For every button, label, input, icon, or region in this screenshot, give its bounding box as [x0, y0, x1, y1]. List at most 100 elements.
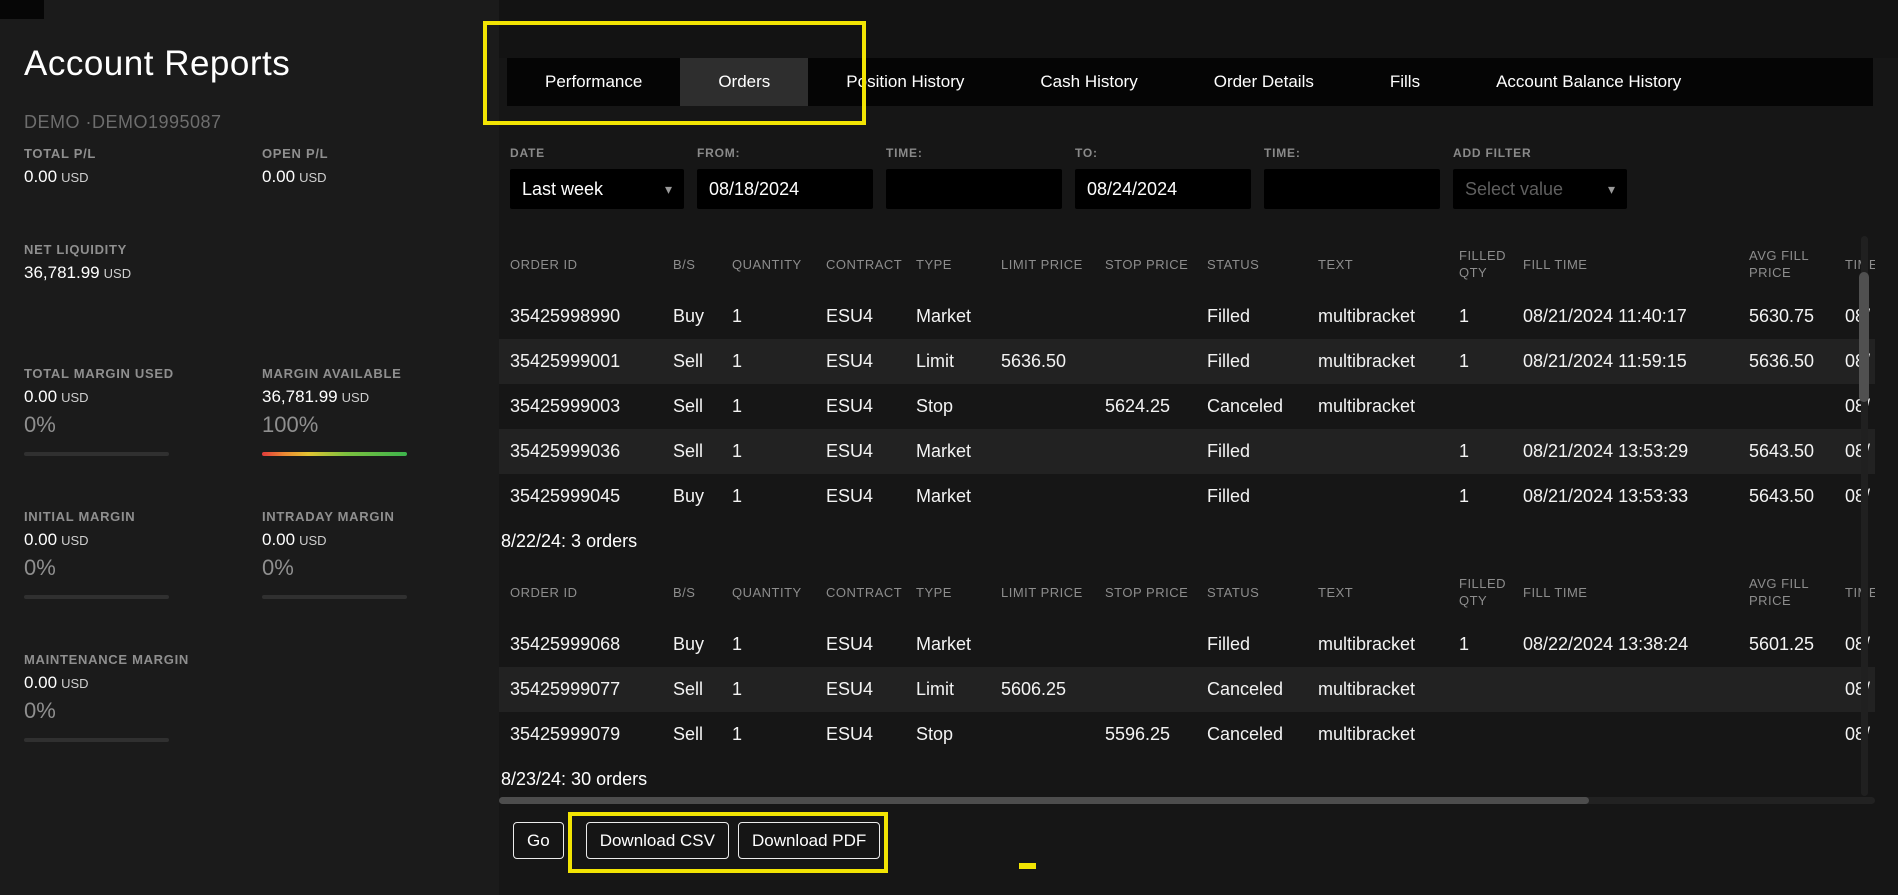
table-cell: 5636.50 [1001, 351, 1067, 371]
table-cell: multibracket [1318, 679, 1416, 699]
column-header: QUANTITY [732, 256, 802, 272]
column-header: AVG FILL PRICE [1749, 248, 1809, 280]
order-group-heading: 8/23/24: 30 orders [501, 769, 648, 789]
table-row[interactable]: 35425999079 Sell 1 ESU4 Stop 5596.25 Canceled m… [499, 712, 1875, 757]
table-cell: 08/ [1845, 724, 1871, 744]
table-cell: Filled [1207, 441, 1251, 461]
to-time-input[interactable] [1264, 169, 1440, 209]
table-cell: 35425999003 [510, 396, 621, 416]
tab-performance[interactable]: Performance [507, 58, 680, 106]
tab-account-balance-history[interactable]: Account Balance History [1458, 58, 1719, 106]
from-time-input[interactable] [886, 169, 1062, 209]
table-cell: 1 [732, 724, 743, 744]
table-cell: Stop [916, 396, 954, 416]
stat-margin-available: MARGIN AVAILABLE 36,781.99 USD 100% [262, 366, 479, 456]
stat-percent: 0% [24, 555, 56, 580]
table-cell: 08/22/2024 13:38:24 [1523, 634, 1689, 654]
table-cell: multibracket [1318, 396, 1416, 416]
vertical-scrollbar-thumb[interactable] [1859, 272, 1869, 402]
table-cell: 1 [732, 351, 743, 371]
from-date-input[interactable] [697, 169, 873, 209]
table-cell: 5606.25 [1001, 679, 1067, 699]
chevron-down-icon: ▾ [1607, 180, 1615, 197]
table-cell: Buy [673, 306, 705, 326]
margin-progress-bar [262, 595, 407, 599]
column-header: CONTRACT [826, 256, 903, 272]
stat-value: 0.00 USD [262, 167, 327, 186]
table-cell: 08/21/2024 13:53:33 [1523, 486, 1689, 506]
table-cell: Sell [673, 396, 704, 416]
corner-strip [0, 0, 44, 19]
stat-value: 0.00 USD [262, 530, 327, 549]
go-button[interactable]: Go [513, 822, 564, 859]
stat-label: INTRADAY MARGIN [262, 509, 395, 524]
tab-position-history[interactable]: Position History [808, 58, 1002, 106]
column-header: LIMIT PRICE [1001, 584, 1083, 600]
filter-bar: DATE Last week ▾ FROM: TIME: TO: TIME: [510, 146, 1627, 209]
table-cell: 08/ [1845, 486, 1871, 506]
table-cell: 5630.75 [1749, 306, 1815, 326]
from-date-label: FROM: [697, 146, 741, 160]
table-cell: 08/21/2024 13:53:29 [1523, 441, 1689, 461]
horizontal-scrollbar-track[interactable] [499, 797, 1875, 804]
tab-fills[interactable]: Fills [1352, 58, 1458, 106]
table-row[interactable]: 35425999036 Sell 1 ESU4 Market Filled 1 08/21/2… [499, 429, 1875, 474]
table-cell: Market [916, 486, 972, 506]
horizontal-scrollbar-thumb[interactable] [499, 797, 1589, 804]
table-cell: Canceled [1207, 724, 1284, 744]
tab-orders[interactable]: Orders [680, 58, 809, 106]
download-csv-button[interactable]: Download CSV [585, 822, 729, 859]
table-row[interactable]: 35425999001 Sell 1 ESU4 Limit 5636.50 Filled mu… [499, 339, 1875, 384]
table-cell: 08/ [1845, 634, 1871, 654]
table-cell: Buy [673, 486, 705, 506]
table-row[interactable]: 35425998990 Buy 1 ESU4 Market Filled multibrac… [499, 294, 1875, 339]
tab-cash-history[interactable]: Cash History [1002, 58, 1175, 106]
account-subtitle: DEMO ·DEMO1995087 [24, 112, 222, 132]
column-header: AVG FILL PRICE [1749, 576, 1809, 608]
table-cell: Market [916, 441, 972, 461]
table-cell: Market [916, 306, 972, 326]
column-header: STATUS [1207, 584, 1260, 600]
main-content: Performance Orders Position History Cash Hi… [499, 0, 1898, 895]
table-cell: 5643.50 [1749, 441, 1815, 461]
column-header: TIME [1845, 584, 1875, 600]
table-row[interactable]: 35425999077 Sell 1 ESU4 Limit 5606.25 Canceled… [499, 667, 1875, 712]
stat-value: 0.00 USD [24, 673, 89, 692]
stat-value: 0.00 USD [24, 387, 89, 406]
add-filter-label: ADD FILTER [1453, 146, 1532, 160]
stat-initial-margin: INITIAL MARGIN 0.00 USD 0% [24, 509, 262, 599]
margin-progress-bar [24, 595, 169, 599]
table-cell: 1 [732, 441, 743, 461]
table-cell: 35425999036 [510, 441, 621, 461]
stat-total-pl: TOTAL P/L 0.00 USD [24, 146, 262, 187]
stat-label: TOTAL P/L [24, 146, 97, 161]
column-header: ORDER ID [510, 584, 578, 600]
table-cell: Sell [673, 679, 704, 699]
table-row[interactable]: 35425999068 Buy 1 ESU4 Market Filled multibrac… [499, 622, 1875, 667]
table-cell: Sell [673, 441, 704, 461]
date-range-select[interactable]: Last week ▾ [510, 169, 684, 209]
sidebar: Account Reports DEMO ·DEMO1995087 TOTAL … [0, 0, 499, 895]
stat-label: MARGIN AVAILABLE [262, 366, 402, 381]
table-cell: 1 [1459, 486, 1470, 506]
tab-order-details[interactable]: Order Details [1176, 58, 1352, 106]
to-date-input[interactable] [1075, 169, 1251, 209]
table-row[interactable]: 35425999003 Sell 1 ESU4 Stop 5624.25 Canceled m… [499, 384, 1875, 429]
table-cell: 35425999079 [510, 724, 621, 744]
table-cell: ESU4 [826, 724, 874, 744]
table-cell: 1 [732, 306, 743, 326]
table-cell: 35425999001 [510, 351, 621, 371]
table-cell: 1 [732, 679, 743, 699]
add-filter-select[interactable]: Select value ▾ [1453, 169, 1627, 209]
column-header: FILL TIME [1523, 256, 1588, 272]
column-header: ORDER ID [510, 256, 578, 272]
table-cell: 35425998990 [510, 306, 621, 326]
download-pdf-button[interactable]: Download PDF [737, 822, 881, 859]
margin-progress-bar [24, 738, 169, 742]
column-header: TYPE [916, 584, 952, 600]
table-cell: Canceled [1207, 679, 1284, 699]
table-row[interactable]: 35425999045 Buy 1 ESU4 Market Filled 1 08/21/20… [499, 474, 1875, 519]
table-header-row: ORDER ID B/S QUANTITY CONTRACT TYPE LIMIT PRI… [499, 564, 1875, 622]
column-header: FILLED QTY [1459, 576, 1507, 608]
table-cell: ESU4 [826, 441, 874, 461]
